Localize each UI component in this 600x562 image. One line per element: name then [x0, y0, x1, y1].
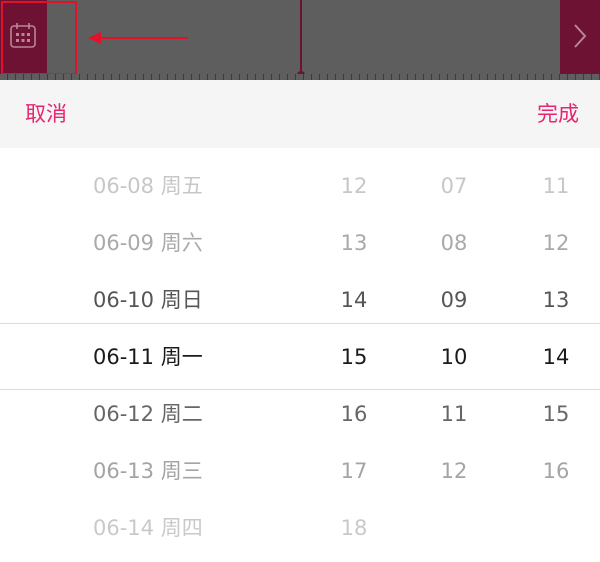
date-option-selected[interactable]: 06-11 周一	[93, 329, 253, 386]
hour-option-selected[interactable]: 15	[334, 329, 374, 386]
hour-option[interactable]: 13	[334, 215, 374, 272]
hour-option[interactable]: 16	[334, 386, 374, 443]
date-option[interactable]: 06-12 周二	[93, 386, 253, 443]
second-option[interactable]: 15	[536, 386, 576, 443]
second-option[interactable]: 11	[536, 158, 576, 215]
minute-wheel[interactable]: 07 08 09 10 11 12	[434, 158, 474, 500]
date-option[interactable]: 06-08 周五	[93, 158, 253, 215]
second-option[interactable]: 16	[536, 443, 576, 500]
date-option[interactable]: 06-09 周六	[93, 215, 253, 272]
next-button[interactable]	[560, 0, 600, 74]
selection-bottom-divider	[0, 389, 600, 390]
minute-option[interactable]: 11	[434, 386, 474, 443]
date-wheel[interactable]: 06-08 周五 06-09 周六 06-10 周日 06-11 周一 06-1…	[93, 158, 253, 557]
annotation-highlight-box	[1, 1, 77, 75]
datetime-picker[interactable]: 06-08 周五 06-09 周六 06-10 周日 06-11 周一 06-1…	[0, 148, 600, 562]
date-option[interactable]: 06-14 周四	[93, 500, 253, 557]
hour-option[interactable]: 14	[334, 272, 374, 329]
annotation-arrow-icon	[88, 32, 188, 44]
minute-option[interactable]: 09	[434, 272, 474, 329]
hour-option[interactable]: 17	[334, 443, 374, 500]
picker-toolbar: 取消 完成	[0, 80, 600, 148]
minute-option-selected[interactable]: 10	[434, 329, 474, 386]
second-option[interactable]: 13	[536, 272, 576, 329]
second-option-selected[interactable]: 14	[536, 329, 576, 386]
hour-option[interactable]: 18	[334, 500, 374, 557]
minute-option[interactable]: 08	[434, 215, 474, 272]
dimmed-header	[0, 0, 600, 80]
done-button[interactable]: 完成	[537, 100, 579, 128]
date-option[interactable]: 06-10 周日	[93, 272, 253, 329]
hour-option[interactable]: 12	[334, 158, 374, 215]
date-option[interactable]: 06-13 周三	[93, 443, 253, 500]
hour-wheel[interactable]: 12 13 14 15 16 17 18	[334, 158, 374, 557]
cancel-button[interactable]: 取消	[25, 100, 67, 128]
chevron-right-icon	[574, 24, 587, 48]
second-option[interactable]: 12	[536, 215, 576, 272]
timeline-indicator	[300, 0, 302, 74]
minute-option[interactable]: 07	[434, 158, 474, 215]
selection-top-divider	[0, 323, 600, 324]
second-wheel[interactable]: 11 12 13 14 15 16	[536, 158, 576, 500]
minute-option[interactable]: 12	[434, 443, 474, 500]
